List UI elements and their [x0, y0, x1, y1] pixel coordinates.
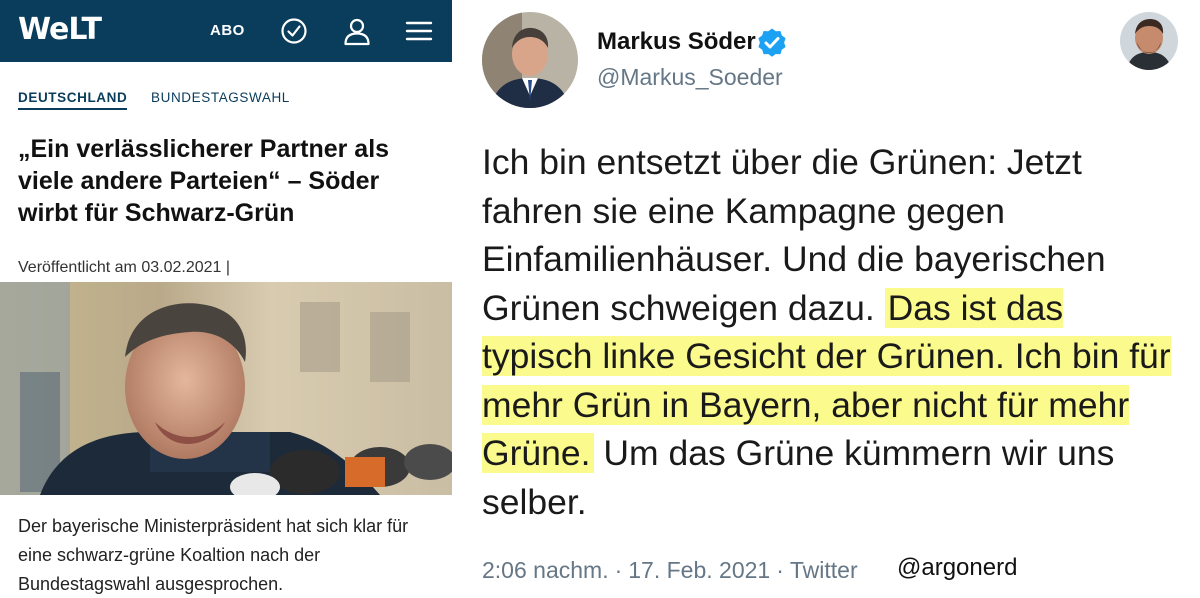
article-photo [0, 282, 452, 495]
welt-article-screenshot: WeLT ABO DEUTSCHLAND BUNDESTAGSWAHL „Ein… [0, 0, 452, 598]
article-headline: „Ein verlässlicherer Partner als viele a… [18, 135, 390, 227]
tweet-text: Ich bin entsetzt über die Grünen: Jetzt … [482, 138, 1182, 526]
author-display-name[interactable]: Markus Söder [597, 27, 756, 57]
tweet-source[interactable]: Twitter [790, 557, 858, 583]
tweet-card: Markus Söder @Markus_Soeder Ich bin ents… [452, 0, 1200, 598]
welt-logo[interactable]: WeLT [18, 12, 102, 48]
menu-icon[interactable] [404, 16, 434, 46]
kicker-bundestagswahl[interactable]: BUNDESTAGSWAHL [151, 90, 290, 106]
image-credit: @argonerd [897, 554, 1018, 581]
verified-badge-icon [756, 27, 788, 59]
tweet-meta: 2:06 nachm. · 17. Feb. 2021 · Twitter [482, 557, 858, 583]
tweet-time[interactable]: 2:06 nachm. [482, 557, 609, 583]
clock-check-icon[interactable] [279, 16, 309, 46]
welt-header: WeLT ABO [0, 0, 452, 62]
author-avatar[interactable] [482, 12, 578, 108]
published-date: Veröffentlicht am 03.02.2021 | [18, 259, 231, 276]
user-icon[interactable] [342, 16, 372, 46]
kicker-deutschland[interactable]: DEUTSCHLAND [18, 90, 128, 110]
tweet-date[interactable]: 17. Feb. 2021 [628, 557, 770, 583]
viewer-avatar[interactable] [1120, 12, 1178, 70]
abo-link[interactable]: ABO [210, 21, 245, 41]
article-teaser: Der bayerische Ministerpräsident hat sic… [18, 516, 409, 594]
author-handle[interactable]: @Markus_Soeder [597, 63, 783, 91]
